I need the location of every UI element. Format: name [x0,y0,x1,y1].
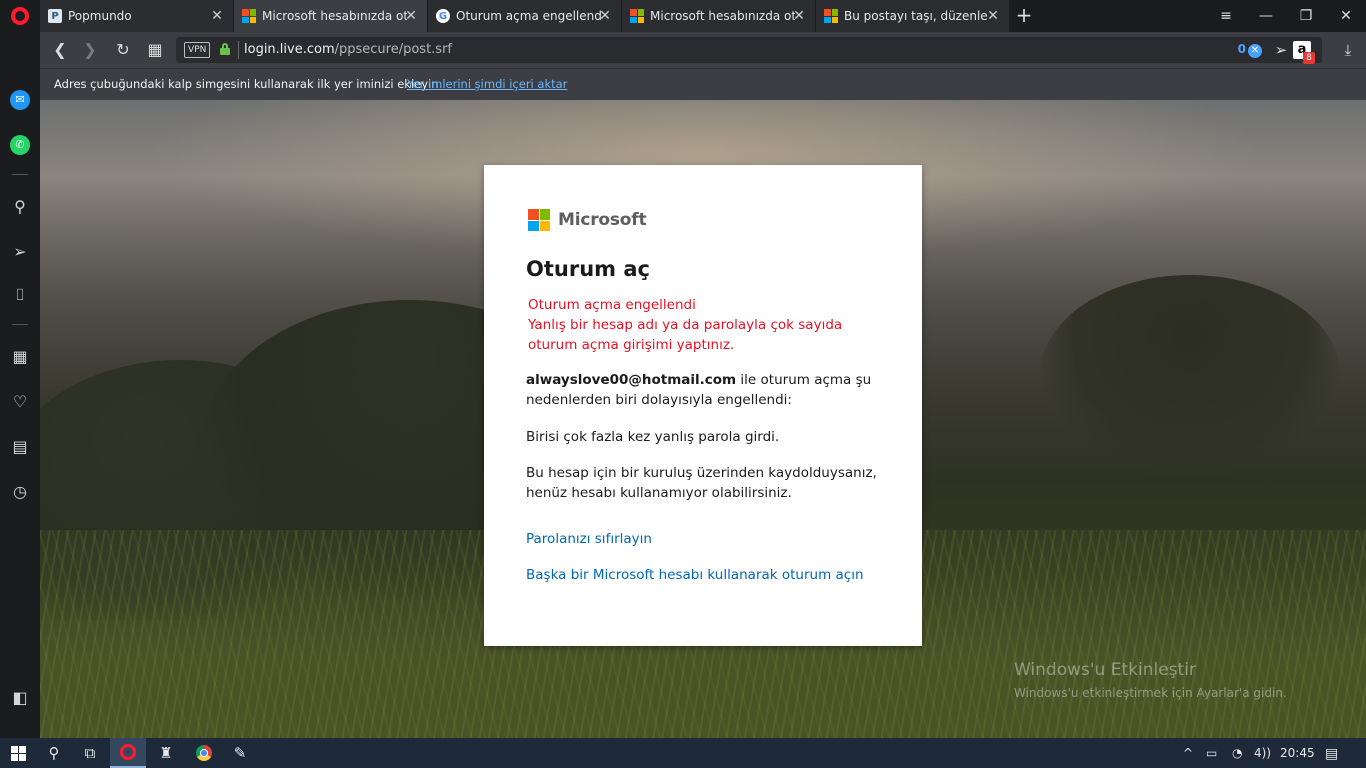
battery-icon[interactable]: ▭ [1206,746,1217,760]
news-icon[interactable]: ▤ [8,434,32,458]
tab-title: Microsoft hesabınızda oturum açın [262,9,407,23]
tray-chevron-icon[interactable]: ^ [1183,746,1193,760]
bookmark-hint-text: Adres çubuğundaki kalp simgesini kullana… [54,77,439,91]
close-window-button[interactable]: ✕ [1326,0,1366,32]
close-tab-icon[interactable]: ✕ [985,8,1001,24]
new-tab-button[interactable]: + [1012,4,1036,28]
task-view-icon[interactable]: ⧉ [72,738,108,768]
brand-name: Microsoft [558,210,647,230]
tab-title: Popmundo [68,9,132,23]
microsoft-brand: Microsoft [528,209,647,231]
bookmark-hint-bar: Adres çubuğundaki kalp simgesini kullana… [40,68,1366,100]
sidebar-separator [12,174,28,175]
speed-dial-icon[interactable]: ▦ [143,38,167,62]
microsoft-logo-icon [528,209,550,231]
flow-send-icon[interactable]: ➢ [8,239,32,263]
account-blocked-text: alwayslove00@hotmail.com ile oturum açma… [526,370,886,410]
start-button[interactable] [0,738,36,768]
microsoft-icon [824,9,838,23]
notifications-icon[interactable]: ▤ [1325,746,1338,762]
forward-button[interactable]: ❯ [78,38,102,62]
adblock-count: 0 [1237,42,1246,56]
opera-icon [120,744,136,760]
page-content: Microsoft Oturum aç Oturum açma engellen… [40,100,1366,738]
opera-menu-button[interactable] [0,0,40,32]
url-path: /ppsecure/post.srf [334,42,453,57]
navigation-bar: ❮ ❯ ↻ ▦ VPN login.live.com/ppsecure/post… [40,32,1366,68]
reason-wrong-password: Birisi çok fazla kez yanlış parola girdi… [526,429,780,445]
bookmarks-heart-icon[interactable]: ♡ [8,389,32,413]
send-icon[interactable]: ➢ [1272,41,1290,59]
taskbar-opera[interactable] [110,738,146,768]
camera-icon[interactable]: ⌷ [8,283,32,307]
import-bookmarks-link[interactable]: Yer imlerini şimdi içeri aktar [407,77,567,91]
url-separator [238,41,239,59]
adblock-indicator[interactable]: 0 ✕ [1238,42,1262,58]
sidebar: ✉ ✆ ⚲ ➢ ⌷ ▦ ♡ ▤ ◷ ◧ [0,32,40,738]
messenger-icon[interactable]: ✉ [8,88,32,112]
other-account-link[interactable]: Başka bir Microsoft hesabı kullanarak ot… [526,567,864,583]
error-detail: Yanlış bir hesap adı ya da parolayla çok… [528,317,843,353]
whatsapp-icon[interactable]: ✆ [8,133,32,157]
tab-microsoft-signin-2[interactable]: Microsoft hesabınızda oturum açın ✕ [622,0,816,32]
windows-logo-icon [10,745,26,761]
signin-card: Microsoft Oturum aç Oturum açma engellen… [484,165,922,646]
error-message: Oturum açma engellendi Yanlış bir hesap … [528,295,888,355]
url-text[interactable]: login.live.com/ppsecure/post.srf [244,42,452,57]
maximize-button[interactable]: ❐ [1286,0,1326,32]
back-button[interactable]: ❮ [48,38,72,62]
extension-badge: 8 [1303,52,1315,64]
taskbar-app-icon[interactable]: ♜ [148,738,184,768]
taskbar-paint-icon[interactable]: ✎ [222,738,258,768]
windows-taskbar: ⚲ ⧉ ♜ ✎ ^ ▭ ◔ 4)) 20:45 ▤ [0,738,1366,768]
downloads-icon[interactable]: ⤓ [1336,38,1360,62]
activation-watermark-title: Windows'u Etkinleştir [1014,660,1196,680]
close-tab-icon[interactable]: ✕ [791,8,807,24]
account-email: alwayslove00@hotmail.com [526,372,737,388]
volume-icon[interactable]: 4)) [1254,746,1271,760]
adblock-icon: ✕ [1248,44,1262,58]
tab-mail-move[interactable]: Bu postayı taşı, düzenle ve sil ✕ [816,0,1010,32]
reload-button[interactable]: ↻ [111,38,135,62]
reason-organization: Bu hesap için bir kuruluş üzerinden kayd… [526,465,877,501]
history-clock-icon[interactable]: ◷ [8,479,32,503]
opera-logo-icon [11,7,29,25]
tab-bar: P Popmundo ✕ Microsoft hesabınızda oturu… [0,0,1366,32]
url-host: login.live.com [244,42,335,57]
close-tab-icon[interactable]: ✕ [209,8,225,24]
page-title: Oturum aç [526,257,650,281]
taskbar-chrome[interactable] [186,738,222,768]
reset-password-link[interactable]: Parolanızı sıfırlayın [526,531,652,547]
tab-microsoft-signin[interactable]: Microsoft hesabınızda oturum açın ✕ [234,0,428,32]
chrome-icon [196,745,212,761]
popmundo-icon: P [48,9,62,23]
tab-menu-icon[interactable]: ≡ [1206,0,1246,32]
close-tab-icon[interactable]: ✕ [403,8,419,24]
google-icon: G [436,9,450,23]
tab-popmundo[interactable]: P Popmundo ✕ [40,0,234,32]
address-bar[interactable]: VPN login.live.com/ppsecure/post.srf 0 ✕ … [176,37,1322,63]
sidebar-separator [12,324,28,325]
search-icon[interactable]: ⚲ [36,738,72,768]
background-mountain [1040,275,1340,475]
speed-dial-icon[interactable]: ▦ [8,344,32,368]
tab-title: Bu postayı taşı, düzenle ve sil [844,9,989,23]
vpn-badge[interactable]: VPN [184,42,211,58]
search-icon[interactable]: ⚲ [8,194,32,218]
tab-title: Oturum açma engellendi YouTube [456,9,601,23]
close-tab-icon[interactable]: ✕ [597,8,613,24]
error-heading: Oturum açma engellendi [528,297,696,313]
tab-title: Microsoft hesabınızda oturum açın [650,9,795,23]
activation-watermark-subtitle: Windows'u etkinleştirmek için Ayarlar'a … [1014,686,1287,700]
microsoft-icon [630,9,644,23]
clock[interactable]: 20:45 [1280,746,1315,760]
sidebar-toggle-icon[interactable]: ◧ [8,685,32,709]
lock-icon[interactable] [220,43,230,55]
minimize-button[interactable]: — [1246,0,1286,32]
tab-signin-blocked[interactable]: G Oturum açma engellendi YouTube ✕ [428,0,622,32]
microsoft-icon [242,9,256,23]
wifi-icon[interactable]: ◔ [1232,746,1242,760]
